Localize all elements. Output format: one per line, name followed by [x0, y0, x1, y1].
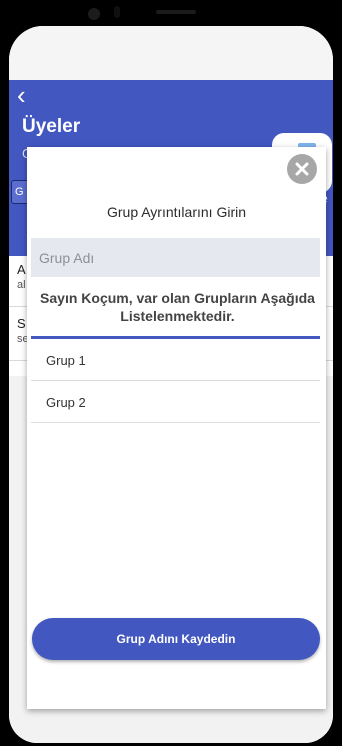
- dialog-title: Grup Ayrıntılarını Girin: [106, 204, 246, 220]
- group-name-input[interactable]: [31, 238, 320, 277]
- page-title: Üyeler: [22, 116, 81, 137]
- sensor: [114, 6, 120, 18]
- status-bar: [9, 26, 333, 80]
- member-name[interactable]: A: [17, 262, 26, 277]
- front-camera: [88, 8, 100, 20]
- back-chevron-icon[interactable]: ‹: [17, 82, 26, 108]
- phone-frame: ‹ Üyeler G G e A al S se: [0, 0, 342, 746]
- save-group-button[interactable]: Grup Adını Kaydedin: [32, 618, 320, 660]
- group-list-item[interactable]: Grup 1: [31, 339, 320, 381]
- group-details-dialog: Grup Ayrıntılarını Girin Sayın Koçum, va…: [27, 147, 326, 709]
- close-button[interactable]: [287, 154, 317, 184]
- existing-groups-message: Sayın Koçum, var olan Grupların Aşağıda …: [40, 290, 315, 324]
- member-name[interactable]: S: [17, 316, 26, 331]
- app-screen: ‹ Üyeler G G e A al S se: [9, 26, 333, 743]
- close-icon: [295, 162, 309, 176]
- earpiece-speaker: [156, 10, 196, 14]
- member-detail: al: [17, 279, 26, 291]
- group-list-item[interactable]: Grup 2: [31, 381, 320, 423]
